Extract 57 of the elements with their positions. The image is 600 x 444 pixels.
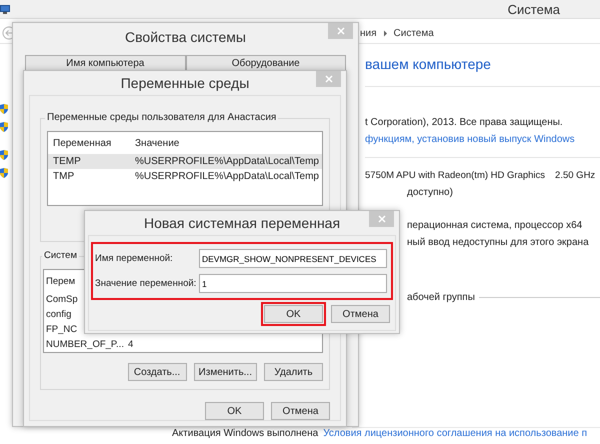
breadcrumb-item[interactable]: Система [394,28,434,38]
input-field[interactable]: DEVMGR_SHOW_NONPRESENT_DEVICES [199,249,387,268]
tab[interactable]: Имя компьютера [25,55,186,71]
close-button[interactable] [316,71,341,87]
ram-text: доступно) [407,187,454,198]
table-cell: 4 [128,339,134,350]
section-heading: вашем компьютере [365,56,600,87]
close-icon [324,75,332,83]
shield-icon [0,122,8,132]
shield-icon [0,168,8,178]
chevron-icon [382,30,388,36]
breadcrumb-item[interactable]: ния [360,28,377,38]
tab[interactable]: Оборудование [186,55,346,71]
table-cell-text: TMP [53,171,76,182]
list-row[interactable]: TMP %USERPROFILE%\AppData\Local\Temp [48,169,322,184]
system-type-text: перационная система, процессор x64 [407,220,584,231]
table-cell: %USERPROFILE%\AppData\Local\Temp [135,156,319,167]
column-header[interactable]: Значение [135,138,180,148]
upgrade-link[interactable]: функциям, установив новый выпуск Windows [365,134,600,145]
column-header[interactable]: Переменная [53,138,135,148]
shield-icon [0,150,8,160]
window-title: Свойства системы [125,29,246,45]
computer-icon [0,4,10,14]
shield-icon [0,104,8,114]
table-cell-text: NUMBER_OF_P... [46,339,125,350]
window-title: Новая системная переменная [144,215,340,231]
list-row[interactable]: NUMBER_OF_P... 4 [44,337,322,352]
license-link[interactable]: Условия лицензионного соглашения на использование п [323,428,588,439]
group-label: Систем [42,250,79,261]
list-row[interactable]: TEMP %USERPROFILE%\AppData\Local\Temp [48,154,322,169]
activation-text: Активация Windows выполнена [172,428,318,439]
input-field[interactable]: 1 [199,274,387,293]
window-title: Переменные среды [120,75,250,91]
dialog-button[interactable]: Удалить [264,363,323,381]
speed-text: 2.50 GHz [555,170,596,181]
section-label: абочей группы [407,292,475,303]
dialog-button[interactable]: Изменить... [194,363,257,381]
table-cell-text: ComSp [46,294,79,305]
pen-input-text: ный ввод недоступны для этого экрана [407,237,590,248]
table-cell-text: TEMP [53,156,82,167]
field-label: Значение переменной: [95,278,198,289]
table-cell-text: FP_NC [46,324,78,335]
field-label: Имя переменной: [95,253,174,264]
table-cell: %USERPROFILE%\AppData\Local\Temp [135,171,319,182]
close-icon [378,215,386,223]
dialog-button[interactable]: Создать... [128,363,187,381]
close-icon [336,27,344,35]
close-button[interactable] [369,211,394,227]
dialog-button[interactable]: OK [264,305,323,323]
group-label: Переменные среды пользователя для Анастасия [45,112,278,123]
close-button[interactable] [328,23,353,39]
dialog-button[interactable]: Отмена [331,305,390,323]
processor-text: 5750M APU with Radeon(tm) HD Graphics [365,170,546,181]
window-title: Система [508,2,560,16]
dialog-button[interactable]: OK [205,402,264,420]
copyright-text: t Corporation), 2013. Все права защищены. [365,117,564,128]
dialog-button[interactable]: Отмена [271,402,330,420]
